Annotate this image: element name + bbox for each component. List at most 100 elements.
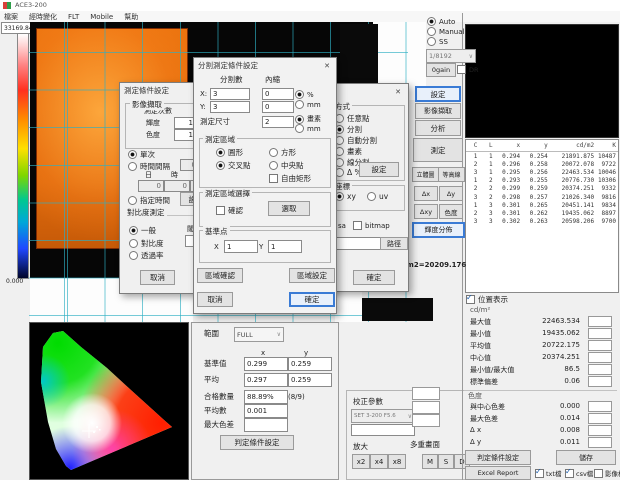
coord-uv-radio[interactable]: uv (367, 192, 388, 201)
output-path-field[interactable] (335, 237, 383, 250)
menu-flt[interactable]: FLT (68, 13, 79, 21)
region-group-label: 測定區域 (203, 134, 237, 145)
method-any-radio[interactable]: 任意點 (335, 113, 370, 124)
region-circle-radio[interactable]: 圓形 (216, 147, 243, 158)
table-row[interactable]: 3 3 0.302 0.263 20598.206 9700 (466, 218, 618, 226)
x-div-field[interactable]: 3 (210, 88, 250, 100)
split-cancel-button[interactable]: 取消 (197, 292, 233, 307)
delta-xy-button[interactable]: Δxy (414, 204, 438, 219)
table-row[interactable]: 1 3 0.301 0.265 20451.141 9834 (466, 201, 618, 209)
method-split-radio[interactable]: 分割 (335, 124, 362, 135)
stereo-map-button[interactable]: 立體圖 (412, 167, 439, 182)
pick-button[interactable]: 選取 (268, 201, 310, 216)
x-div-label: X: (200, 90, 207, 98)
results-judge-button[interactable]: 判定條件設定 (465, 450, 531, 465)
contour-button[interactable]: 等高線 (438, 167, 465, 182)
delta-x-button[interactable]: Δx (414, 186, 438, 201)
y-inset-field[interactable]: 0 (262, 101, 294, 113)
y-div-field[interactable]: 3 (210, 101, 250, 113)
exposure-auto-radio[interactable]: Auto (427, 17, 455, 26)
x-inset-field[interactable]: 0 (262, 88, 294, 100)
confirm-checkbox[interactable]: 確認 (216, 205, 243, 216)
contrast-radio[interactable]: 對比度 (129, 238, 164, 249)
inset-percent-radio[interactable]: % (295, 90, 314, 99)
set-button[interactable]: 設定 (415, 86, 461, 102)
dr-checkbox[interactable]: DR (457, 65, 479, 74)
single-radio[interactable]: 單次 (128, 149, 155, 160)
region-center-radio[interactable]: 中央點 (269, 160, 304, 171)
image-file-checkbox[interactable]: 影像檔 (594, 468, 620, 478)
coord-xy-radio[interactable]: xy (335, 192, 356, 201)
specified-time-radio[interactable]: 指定時間 (128, 195, 170, 206)
excel-report-button[interactable]: Excel Report (465, 466, 531, 480)
size-pixel-radio[interactable]: 畫素 (295, 114, 321, 124)
calib-select[interactable]: SET 3-200 F5.6 (351, 409, 415, 423)
measurement-table-body: 1 1 0.294 0.254 21891.875 10487 2 1 0.29… (466, 152, 618, 226)
avg-num-label: 平均數 (204, 407, 227, 416)
exposure-ss-radio[interactable]: SS (427, 37, 448, 46)
position-display-checkbox[interactable]: 位置表示 (466, 294, 508, 305)
size-mm-radio[interactable]: mm (295, 124, 321, 133)
method-set-button[interactable]: 設定 (359, 162, 399, 177)
exposure-manual-radio[interactable]: Manual (427, 27, 464, 36)
menu-mobile[interactable]: Mobile (90, 13, 113, 21)
table-row[interactable]: 2 2 0.299 0.259 20374.251 9332 (466, 185, 618, 193)
inset-mm-radio[interactable]: mm (295, 100, 321, 109)
luminance-dist-button[interactable]: 輝度分佈 (412, 222, 465, 238)
split-close-icon[interactable] (320, 60, 334, 71)
range-select[interactable]: FULL (234, 327, 284, 342)
calc-close-icon[interactable] (391, 86, 405, 97)
table-row[interactable]: 1 2 0.293 0.255 20776.730 10306 (466, 177, 618, 185)
title-bar: ACE3-200 (0, 0, 620, 11)
calc-ok-button[interactable]: 確定 (353, 270, 395, 285)
csv-file-checkbox[interactable]: csv檔 (565, 468, 593, 478)
col-y-header: y (304, 349, 308, 357)
size-field[interactable]: 2 (262, 116, 294, 128)
zoom-x4-button[interactable]: x4 (370, 454, 388, 469)
region-confirm-button[interactable]: 區域確認 (197, 268, 243, 283)
multiscreen-s-button[interactable]: S (438, 454, 454, 469)
multiscreen-m-button[interactable]: M (422, 454, 438, 469)
menu-file[interactable]: 檔案 (4, 12, 18, 22)
region-set-button[interactable]: 區域設定 (289, 268, 335, 283)
bitmap-checkbox[interactable]: bitmap (353, 221, 390, 230)
base-x-field[interactable]: 1 (224, 240, 258, 253)
table-row[interactable]: 2 1 0.296 0.258 20072.078 9722 (466, 160, 618, 168)
menu-time-course[interactable]: 經時變化 (29, 12, 57, 22)
region-rect-radio[interactable]: 方形 (269, 147, 296, 158)
judge-condition-button[interactable]: 判定條件設定 (220, 435, 294, 450)
method-pixel-radio[interactable]: 畫素 (335, 146, 362, 157)
general-radio[interactable]: 一般 (129, 225, 156, 236)
capture-button[interactable]: 影像擷取 (415, 103, 461, 119)
stat-row: 與中心色差 0.000 (464, 400, 618, 412)
zoom-label: 放大 (353, 443, 368, 452)
method-autosplit-radio[interactable]: 自動分割 (335, 135, 377, 146)
table-row[interactable]: 1 1 0.294 0.254 21891.875 10487 (466, 152, 618, 160)
menu-help[interactable]: 幫助 (124, 12, 138, 22)
base-y-field[interactable]: 1 (268, 240, 302, 253)
ref-y-field[interactable]: 0.259 (288, 357, 332, 371)
table-row[interactable]: 2 3 0.301 0.262 19435.062 8897 (466, 209, 618, 217)
gain-button[interactable]: 0gain (426, 63, 456, 77)
pseudo-color-scale (17, 33, 29, 279)
chroma-button[interactable]: 色度 (439, 204, 463, 219)
analyze-button[interactable]: 分析 (415, 120, 461, 136)
table-row[interactable]: 3 2 0.298 0.257 21026.340 9816 (466, 193, 618, 201)
ref-x-field[interactable]: 0.299 (244, 357, 288, 371)
day-field: 0 (138, 180, 164, 192)
zoom-x8-button[interactable]: x8 (388, 454, 406, 469)
free-rect-checkbox[interactable]: 自由矩形 (269, 173, 311, 184)
measure-button[interactable]: 測定 (413, 138, 463, 162)
path-button[interactable]: 路徑 (380, 237, 408, 250)
method-delta-radio[interactable]: Δ % (335, 168, 362, 177)
save-button[interactable]: 儲存 (556, 450, 616, 465)
transmittance-radio[interactable]: 透過率 (129, 250, 164, 261)
zoom-x2-button[interactable]: x2 (352, 454, 370, 469)
txt-file-checkbox[interactable]: txt檔 (535, 468, 561, 478)
delta-y-button[interactable]: Δy (439, 186, 463, 201)
split-ok-button[interactable]: 確定 (289, 292, 335, 307)
max-colordiff-label: 最大色差 (204, 421, 234, 430)
region-cross-radio[interactable]: 交叉點 (216, 160, 251, 171)
measure-cancel-button[interactable]: 取消 (140, 270, 175, 285)
table-row[interactable]: 3 1 0.295 0.256 22463.534 10046 (466, 168, 618, 176)
